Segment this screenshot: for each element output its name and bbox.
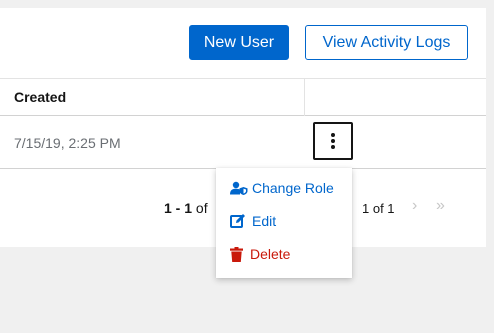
next-page-icon[interactable]: ›	[412, 197, 417, 215]
trash-icon	[230, 246, 250, 262]
user-shield-icon	[230, 181, 252, 195]
kebab-icon	[331, 133, 335, 149]
column-header-created[interactable]: Created	[14, 89, 66, 105]
new-user-button[interactable]: New User	[189, 25, 289, 60]
created-cell: 7/15/19, 2:25 PM	[14, 135, 121, 151]
last-page-icon[interactable]: »	[436, 197, 445, 215]
menu-item-change-role[interactable]: Change Role	[216, 172, 352, 204]
pagination-pages: 1 of 1	[362, 201, 395, 216]
menu-item-edit[interactable]: Edit	[216, 205, 352, 237]
menu-item-label: Edit	[252, 213, 277, 229]
row-actions-kebab-button[interactable]	[313, 122, 353, 160]
toolbar: New User View Activity Logs	[0, 8, 486, 78]
table-row: 7/15/19, 2:25 PM	[0, 116, 486, 169]
column-divider	[304, 79, 305, 116]
pagination-of-label: of	[195, 200, 208, 216]
menu-item-delete[interactable]: Delete	[216, 238, 352, 270]
pagination-range-value: 1 - 1	[164, 200, 193, 216]
view-activity-logs-button[interactable]: View Activity Logs	[305, 25, 468, 60]
pagination-range: 1 - 1 of	[164, 200, 208, 216]
menu-item-label: Delete	[250, 246, 291, 262]
edit-icon	[230, 213, 252, 229]
menu-item-label: Change Role	[252, 180, 334, 196]
row-actions-menu: Change Role Edit Delete	[216, 168, 352, 278]
table-header: Created	[0, 78, 486, 116]
